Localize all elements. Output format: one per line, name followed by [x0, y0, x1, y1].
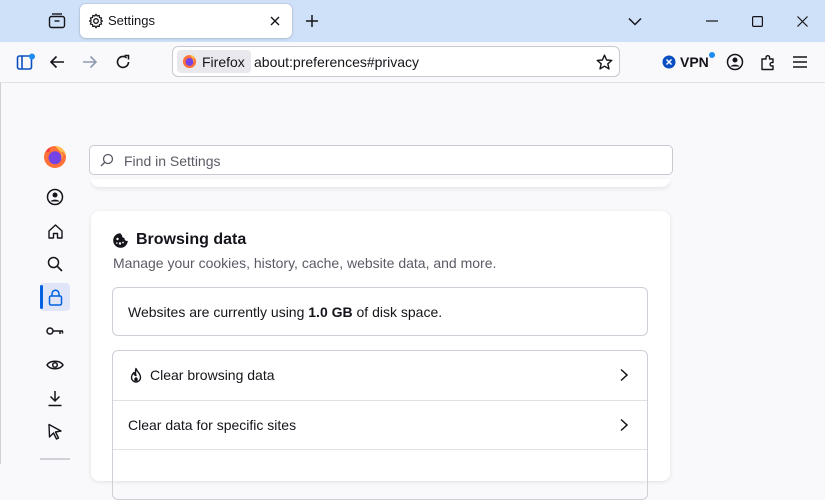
category-downloads[interactable] — [40, 384, 70, 412]
forward-button[interactable] — [79, 51, 101, 73]
account-icon — [46, 188, 64, 206]
settings-search[interactable] — [89, 145, 673, 176]
chevron-right-icon — [620, 418, 629, 432]
tab-strip: Settings — [0, 0, 825, 42]
download-icon — [48, 390, 62, 406]
vpn-button[interactable]: VPN — [662, 51, 715, 73]
extensions-button[interactable] — [757, 51, 779, 73]
tab-overview-button[interactable] — [46, 11, 68, 31]
identity-label: Firefox — [202, 53, 245, 70]
clear-site-data-button[interactable]: Clear data for specific sites — [113, 401, 647, 450]
usage-amount: 1.0 GB — [308, 304, 353, 320]
category-privacy[interactable] — [40, 283, 70, 311]
bookmark-star-button[interactable] — [595, 53, 613, 71]
disk-usage-box: Websites are currently using 1.0 GB of d… — [112, 287, 648, 336]
category-tracking[interactable] — [40, 351, 70, 379]
close-icon — [270, 16, 280, 26]
tab-settings[interactable]: Settings — [80, 4, 292, 38]
new-tab-button[interactable] — [302, 11, 322, 31]
category-browsing[interactable] — [40, 417, 70, 445]
clear-browsing-data-button[interactable]: Clear browsing data — [113, 351, 647, 400]
sidebar-icon — [16, 53, 35, 70]
key-icon — [46, 327, 64, 335]
url-bar[interactable]: Firefox about:preferences#privacy — [172, 46, 620, 77]
window-edge — [0, 83, 1, 464]
section-title: Browsing data — [136, 231, 247, 248]
gear-icon — [88, 13, 104, 29]
browsing-data-card: Browsing data Manage your cookies, histo… — [91, 211, 670, 500]
data-actions-list: Clear browsing data Clear data for speci… — [112, 350, 648, 500]
clear-site-data-label: Clear data for specific sites — [128, 417, 297, 433]
arrow-right-icon — [83, 55, 98, 69]
minimize-icon — [706, 20, 718, 22]
list-divider — [113, 449, 647, 450]
firefox-icon — [182, 54, 197, 69]
vpn-status-icon — [662, 55, 676, 69]
section-description: Manage your cookies, history, cache, web… — [113, 255, 497, 271]
firefox-logo-icon — [44, 146, 66, 168]
section-header: Browsing data — [112, 231, 246, 249]
menu-button[interactable] — [789, 51, 811, 73]
sidebar-divider — [40, 458, 70, 460]
identity-box[interactable]: Firefox — [177, 50, 251, 73]
puzzle-icon — [760, 54, 774, 70]
minimize-button[interactable] — [702, 11, 722, 31]
search-icon — [100, 153, 114, 167]
chevron-down-icon — [628, 17, 642, 26]
tab-title: Settings — [108, 13, 155, 28]
maximize-icon — [751, 15, 763, 27]
window-close-button[interactable] — [792, 11, 812, 31]
list-all-tabs-button[interactable] — [626, 12, 644, 30]
chevron-right-icon — [620, 368, 629, 382]
star-icon — [596, 54, 612, 70]
vpn-label: VPN — [680, 54, 709, 70]
fire-icon — [130, 367, 142, 383]
cookie-icon — [113, 232, 128, 248]
disk-usage-text: Websites are currently using 1.0 GB of d… — [128, 304, 442, 320]
category-search[interactable] — [40, 250, 70, 278]
tab-overview-icon — [48, 13, 66, 29]
back-button[interactable] — [46, 51, 68, 73]
reload-icon — [116, 54, 130, 69]
usage-suffix: of disk space. — [352, 304, 443, 320]
arrow-left-icon — [49, 55, 64, 69]
cursor-icon — [48, 423, 62, 440]
previous-section-card — [91, 179, 670, 187]
reload-button[interactable] — [112, 51, 134, 73]
home-icon — [47, 223, 63, 239]
vpn-badge-icon — [708, 52, 715, 58]
navigation-toolbar: Firefox about:preferences#privacy VPN — [0, 42, 825, 83]
plus-icon — [306, 15, 318, 27]
search-input[interactable] — [122, 146, 666, 176]
close-icon — [796, 15, 808, 27]
category-home[interactable] — [40, 217, 70, 245]
usage-prefix: Websites are currently using — [128, 304, 309, 320]
category-passwords[interactable] — [40, 317, 70, 345]
maximize-button[interactable] — [747, 11, 767, 31]
lock-icon — [48, 289, 62, 306]
sidebar-toggle-button[interactable] — [15, 51, 37, 73]
eye-icon — [46, 360, 64, 370]
clear-browsing-data-label: Clear browsing data — [150, 367, 275, 383]
url-text[interactable]: about:preferences#privacy — [254, 54, 419, 70]
search-icon — [47, 256, 63, 272]
account-icon — [726, 53, 744, 71]
category-sync[interactable] — [40, 183, 70, 211]
hamburger-menu-icon — [793, 56, 807, 68]
tab-close-button[interactable] — [266, 12, 284, 30]
account-button[interactable] — [724, 51, 746, 73]
preferences-page: Browsing data Manage your cookies, histo… — [0, 83, 825, 500]
